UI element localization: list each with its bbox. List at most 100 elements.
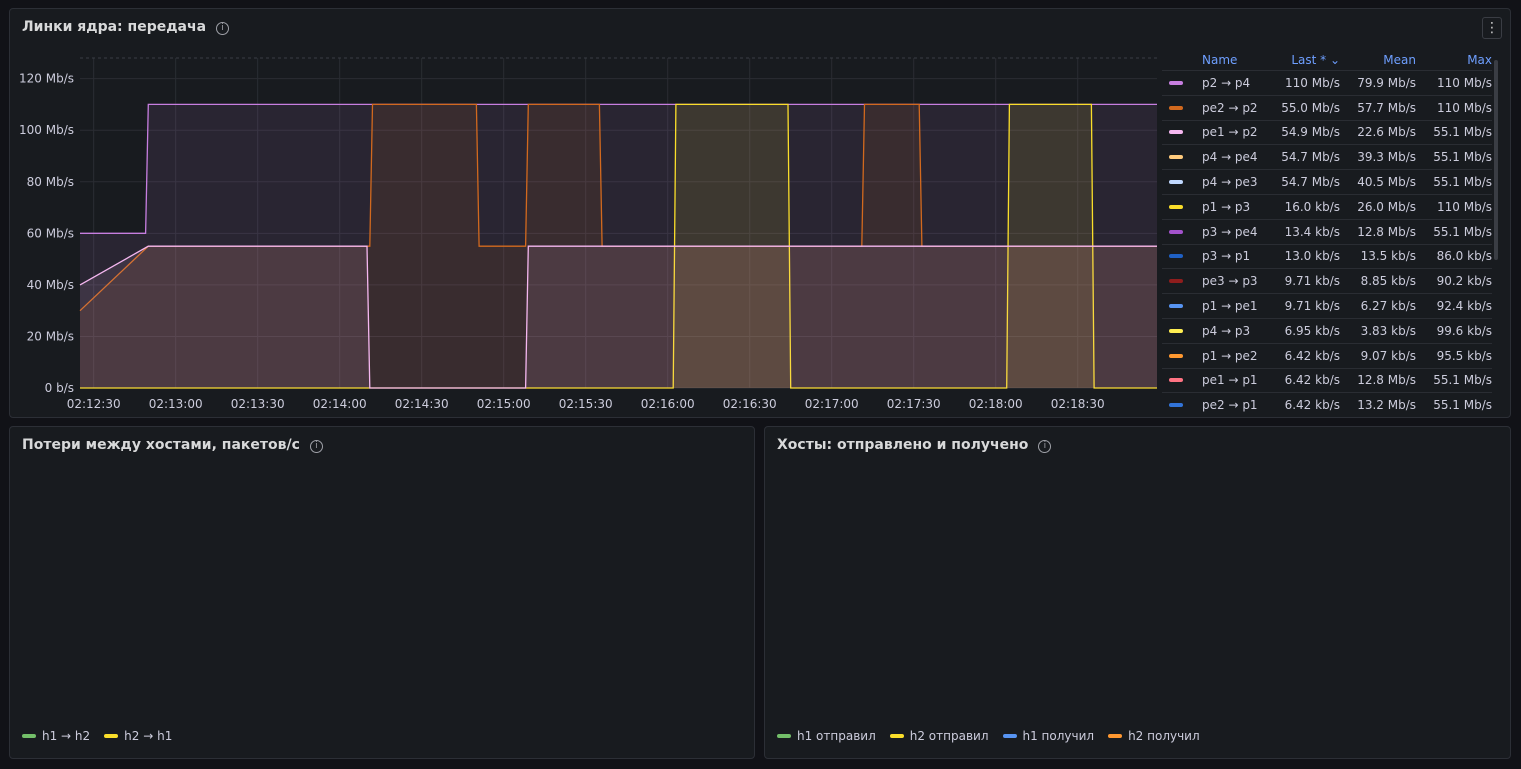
series-name: pe2 → p2	[1202, 100, 1258, 115]
value-last: 13.4 kb/s	[1284, 224, 1340, 239]
series-name: p1 → p3	[1202, 199, 1251, 214]
value-last: 9.71 kb/s	[1284, 274, 1340, 289]
column-header-last[interactable]: Last * ⌄	[1264, 53, 1340, 67]
legend-row[interactable]: p4 → p3 6.95 kb/s 3.83 kb/s 99.6 kb/s	[1162, 317, 1492, 343]
value-max: 86.0 kb/s	[1436, 249, 1492, 264]
series-name: p3 → pe4	[1202, 224, 1258, 239]
legend-row[interactable]: p1 → pe2 6.42 kb/s 9.07 kb/s 95.5 kb/s	[1162, 342, 1492, 368]
value-last: 6.42 kb/s	[1284, 373, 1340, 388]
legend-label: h1 получил	[1022, 729, 1095, 743]
value-max: 90.2 kb/s	[1436, 274, 1492, 289]
legend-row[interactable]: pe2 → p2 55.0 Mb/s 57.7 Mb/s 110 Mb/s	[1162, 94, 1492, 120]
legend-scrollbar[interactable]	[1494, 60, 1498, 260]
value-max: 55.1 Mb/s	[1433, 150, 1492, 165]
legend-label: h2 → h1	[124, 729, 173, 743]
legend-row[interactable]: pe1 → p2 54.9 Mb/s 22.6 Mb/s 55.1 Mb/s	[1162, 119, 1492, 145]
value-max: 55.1 Mb/s	[1433, 125, 1492, 140]
legend-item[interactable]: h1 отправил	[777, 729, 876, 743]
series-name: p1 → pe1	[1202, 299, 1258, 314]
series-name: p4 → p3	[1202, 323, 1251, 338]
value-mean: 8.85 kb/s	[1360, 274, 1416, 289]
legend-row[interactable]: p1 → pe1 9.71 kb/s 6.27 kb/s 92.4 kb/s	[1162, 293, 1492, 318]
series-color-swatch	[1162, 254, 1190, 259]
legend-label: h2 отправил	[909, 729, 989, 743]
series-color-swatch	[1162, 353, 1190, 358]
value-mean: 79.9 Mb/s	[1357, 75, 1416, 90]
series-name: p4 → pe3	[1202, 175, 1258, 190]
value-mean: 13.2 Mb/s	[1357, 398, 1416, 413]
info-icon[interactable]: i	[1038, 440, 1052, 453]
panel-title[interactable]: Потери между хостами, пакетов/с i	[22, 437, 323, 453]
value-last: 13.0 kb/s	[1284, 249, 1340, 264]
value-mean: 57.7 Mb/s	[1357, 100, 1416, 115]
series-color-swatch	[1002, 734, 1017, 738]
series-color-swatch	[1162, 328, 1190, 333]
series-color-swatch	[1162, 403, 1190, 408]
legend-header: Name Last * ⌄ Mean Max	[1162, 50, 1492, 70]
legend-item[interactable]: h2 → h1	[104, 729, 172, 743]
series-color-swatch	[1162, 155, 1190, 160]
series-color-swatch	[1162, 304, 1190, 309]
legend-row[interactable]: p2 → p4 110 Mb/s 79.9 Mb/s 110 Mb/s	[1162, 70, 1492, 95]
value-max: 55.1 Mb/s	[1433, 398, 1492, 413]
column-header-mean[interactable]: Mean	[1340, 53, 1416, 67]
info-icon[interactable]: i	[216, 22, 230, 35]
legend-item[interactable]: h2 отправил	[889, 729, 989, 743]
legend-row[interactable]: p1 → p3 16.0 kb/s 26.0 Mb/s 110 Mb/s	[1162, 193, 1492, 219]
series-color-swatch	[1162, 80, 1190, 85]
legend-item[interactable]: h2 получил	[1108, 729, 1200, 743]
series-name: pe1 → p1	[1202, 373, 1258, 388]
series-color-swatch	[889, 734, 904, 738]
value-max: 92.4 kb/s	[1436, 299, 1492, 314]
series-name: pe3 → p3	[1202, 274, 1258, 289]
info-icon[interactable]: i	[309, 440, 323, 453]
series-color-swatch	[1162, 204, 1190, 209]
legend-item[interactable]: h1 получил	[1002, 729, 1095, 743]
series-color-swatch	[22, 734, 36, 738]
panel-hosts-traffic: Хосты: отправлено и получено i	[764, 426, 1511, 759]
legend-row[interactable]: p4 → pe3 54.7 Mb/s 40.5 Mb/s 55.1 Mb/s	[1162, 169, 1492, 194]
series-color-swatch	[1162, 105, 1190, 110]
value-last: 54.7 Mb/s	[1281, 175, 1340, 190]
series-name: pe2 → p1	[1202, 398, 1258, 413]
legend-row[interactable]: pe1 → p1 6.42 kb/s 12.8 Mb/s 55.1 Mb/s	[1162, 367, 1492, 393]
column-header-max[interactable]: Max	[1416, 53, 1492, 67]
legend-row[interactable]: p3 → pe4 13.4 kb/s 12.8 Mb/s 55.1 Mb/s	[1162, 218, 1492, 244]
value-last: 54.9 Mb/s	[1281, 125, 1340, 140]
legend-table: Name Last * ⌄ Mean Max p2 → p4 110 Mb/s 79…	[1162, 50, 1492, 417]
legend-row[interactable]: p3 → p1 13.0 kb/s 13.5 kb/s 86.0 kb/s	[1162, 243, 1492, 269]
series-color-swatch	[1162, 130, 1190, 135]
legend-label: h2 получил	[1128, 729, 1200, 743]
value-max: 55.1 Mb/s	[1433, 175, 1492, 190]
legend-label: h1 отправил	[797, 729, 876, 743]
value-mean: 13.5 kb/s	[1360, 249, 1416, 264]
value-mean: 39.3 Mb/s	[1357, 150, 1416, 165]
value-max: 110 Mb/s	[1437, 100, 1492, 115]
series-color-swatch	[104, 734, 119, 738]
legend-row[interactable]: pe3 → p3 9.71 kb/s 8.85 kb/s 90.2 kb/s	[1162, 268, 1492, 293]
column-header-name[interactable]: Name	[1190, 53, 1264, 67]
series-name: p3 → p1	[1202, 249, 1251, 264]
panel-menu-button[interactable]: ⋮	[1482, 17, 1502, 39]
panel-title[interactable]: Хосты: отправлено и получено i	[777, 437, 1052, 453]
legend-label: h1 → h2	[42, 729, 91, 743]
value-max: 110 Mb/s	[1437, 75, 1492, 90]
legend-row[interactable]: p4 → pe4 54.7 Mb/s 39.3 Mb/s 55.1 Mb/s	[1162, 144, 1492, 169]
series-color-swatch	[1162, 180, 1190, 185]
value-max: 110 Mb/s	[1437, 199, 1492, 214]
value-mean: 9.07 kb/s	[1360, 348, 1416, 363]
legend: h1 → h2 h2 → h1	[22, 729, 172, 743]
panel-title[interactable]: Линки ядра: передача i	[22, 19, 230, 35]
legend-row[interactable]: pe2 → p1 6.42 kb/s 13.2 Mb/s 55.1 Mb/s	[1162, 392, 1492, 417]
series-color-swatch	[1162, 229, 1190, 234]
series-color-swatch	[1108, 734, 1123, 738]
value-last: 110 Mb/s	[1285, 75, 1340, 90]
value-mean: 12.8 Mb/s	[1357, 373, 1416, 388]
legend-item[interactable]: h1 → h2	[22, 729, 90, 743]
value-max: 55.1 Mb/s	[1433, 224, 1492, 239]
series-name: p1 → pe2	[1202, 348, 1258, 363]
value-last: 6.95 kb/s	[1284, 323, 1340, 338]
series-color-swatch	[777, 734, 791, 738]
value-mean: 6.27 kb/s	[1360, 299, 1416, 314]
value-last: 16.0 kb/s	[1284, 199, 1340, 214]
